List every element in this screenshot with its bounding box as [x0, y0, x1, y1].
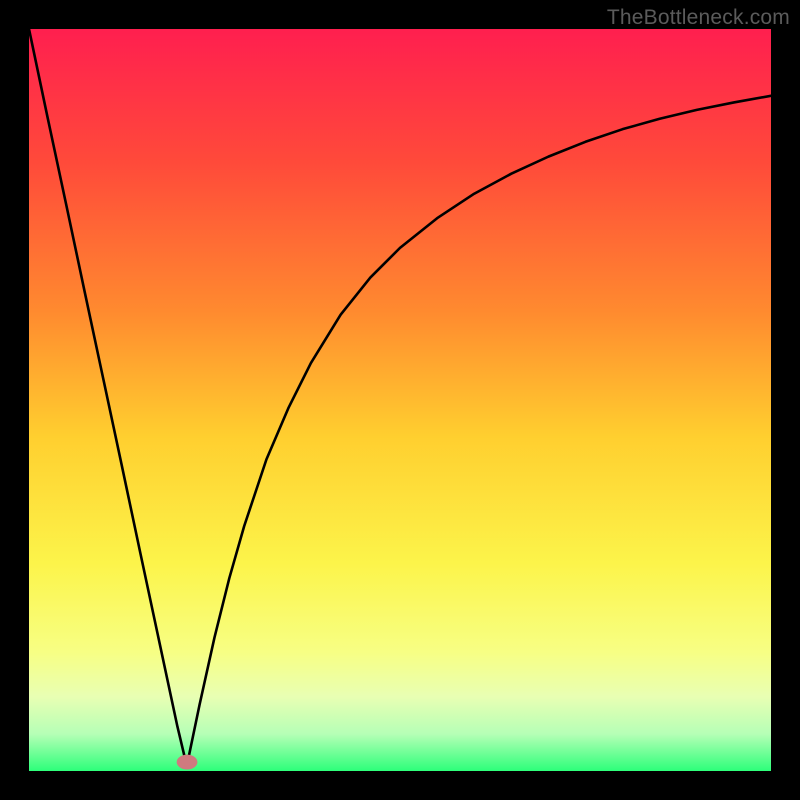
minimum-marker: [177, 755, 198, 770]
watermark-text: TheBottleneck.com: [607, 6, 790, 30]
gradient-background: [29, 29, 771, 771]
bottleneck-curve-chart: [29, 29, 771, 771]
chart-frame: TheBottleneck.com: [0, 0, 800, 800]
